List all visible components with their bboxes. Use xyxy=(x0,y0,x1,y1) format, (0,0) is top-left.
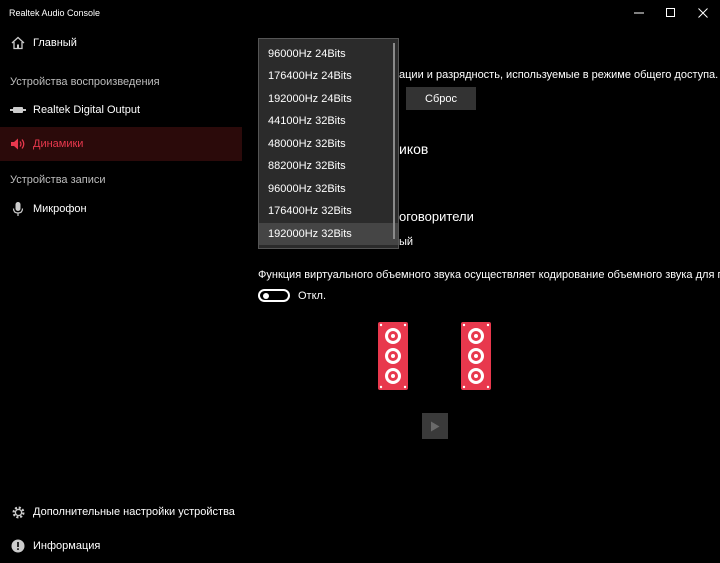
sidebar-item-microphone[interactable]: Микрофон xyxy=(0,192,242,226)
reset-button[interactable]: Сброс xyxy=(406,87,476,110)
dropdown-option[interactable]: 48000Hz 32Bits xyxy=(259,133,398,155)
speakers-subtext: ый xyxy=(399,236,414,248)
minimize-icon xyxy=(634,12,644,14)
sidebar-item-digital-output[interactable]: Realtek Digital Output xyxy=(0,93,242,127)
sidebar-item-label: Realtek Digital Output xyxy=(33,104,140,116)
dropdown-option[interactable]: 88200Hz 32Bits xyxy=(259,155,398,177)
dropdown-scrollbar[interactable] xyxy=(393,43,395,239)
playback-section-header: Устройства воспроизведения xyxy=(10,76,160,88)
play-icon xyxy=(431,421,440,431)
close-button[interactable] xyxy=(686,0,720,26)
sidebar-item-home[interactable]: Главный xyxy=(0,26,242,60)
sidebar-item-speakers[interactable]: Динамики xyxy=(0,127,242,161)
format-dropdown-list[interactable]: 96000Hz 24Bits 176400Hz 24Bits 192000Hz … xyxy=(258,38,399,249)
home-icon xyxy=(10,35,26,51)
maximize-icon xyxy=(666,8,675,17)
section-heading: иков xyxy=(399,141,429,157)
sidebar-item-label: Дополнительные настройки устройства xyxy=(33,506,235,518)
sidebar: Главный Устройства воспроизведения Realt… xyxy=(0,26,242,563)
sidebar-item-label: Динамики xyxy=(33,138,84,150)
dropdown-option[interactable]: 96000Hz 32Bits xyxy=(259,178,398,200)
sidebar-item-advanced-settings[interactable]: Дополнительные настройки устройства xyxy=(0,495,242,529)
speaker-icon xyxy=(10,136,26,152)
gear-icon xyxy=(10,504,26,520)
dropdown-option[interactable]: 176400Hz 32Bits xyxy=(259,200,398,222)
sidebar-item-label: Информация xyxy=(33,540,101,552)
minimize-button[interactable] xyxy=(622,0,656,26)
toggle-knob xyxy=(263,292,269,299)
window-title: Realtek Audio Console xyxy=(9,8,101,18)
right-speaker-icon[interactable] xyxy=(461,322,491,390)
virtual-surround-description: Функция виртуального объемного звука осу… xyxy=(258,269,720,281)
sidebar-item-info[interactable]: Информация xyxy=(0,529,242,563)
virtual-surround-toggle[interactable] xyxy=(258,289,290,302)
recording-section-header: Устройства записи xyxy=(10,174,106,186)
maximize-button[interactable] xyxy=(654,0,688,26)
dropdown-option[interactable]: 96000Hz 24Bits xyxy=(259,43,398,65)
format-description: ации и разрядность, используемые в режим… xyxy=(399,69,719,81)
digital-output-icon xyxy=(10,102,26,118)
sidebar-item-label: Микрофон xyxy=(33,203,87,215)
speakers-heading: оговорители xyxy=(399,209,474,224)
left-speaker-icon[interactable] xyxy=(378,322,408,390)
microphone-icon xyxy=(10,201,26,217)
title-bar: Realtek Audio Console xyxy=(0,0,720,26)
dropdown-option[interactable]: 176400Hz 24Bits xyxy=(259,65,398,87)
sidebar-item-label: Главный xyxy=(33,37,77,49)
dropdown-option-selected[interactable]: 192000Hz 32Bits xyxy=(259,223,398,245)
toggle-state-label: Откл. xyxy=(298,290,327,302)
dropdown-option[interactable]: 44100Hz 32Bits xyxy=(259,110,398,132)
dropdown-option[interactable]: 192000Hz 24Bits xyxy=(259,88,398,110)
close-icon xyxy=(698,8,708,18)
play-test-button[interactable] xyxy=(422,413,448,439)
info-icon xyxy=(10,538,26,554)
